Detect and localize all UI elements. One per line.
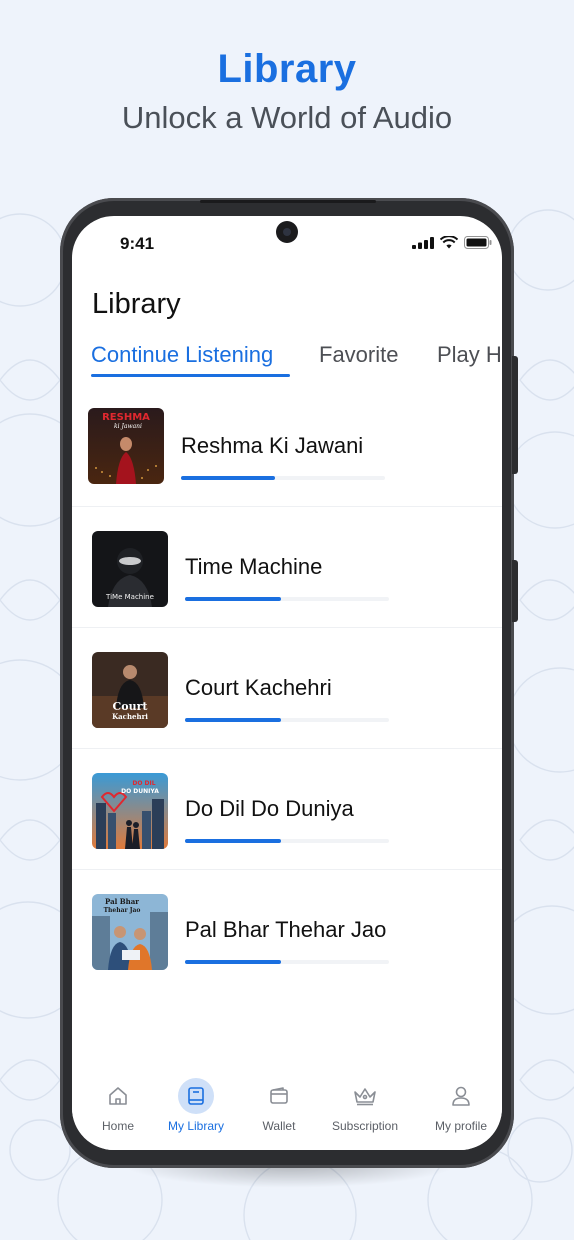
list-item-time-machine[interactable]: TiMe Machine Time Machine bbox=[72, 507, 502, 628]
home-icon bbox=[100, 1078, 136, 1114]
status-bar: 9:41 bbox=[72, 216, 502, 272]
progress-fill bbox=[185, 960, 281, 964]
phone-volume-button bbox=[512, 356, 518, 474]
crown-icon bbox=[347, 1078, 383, 1114]
cover-art-time-machine-title: TiMe Machine bbox=[105, 593, 154, 601]
cover-art-reshma-ki-jawani-title: RESHMA bbox=[102, 412, 150, 423]
nav-label: Subscription bbox=[331, 1119, 399, 1133]
nav-label: My profile bbox=[434, 1119, 487, 1133]
progress-bar bbox=[185, 718, 389, 722]
library-icon bbox=[178, 1078, 214, 1114]
cover-art-do-dil-do-duniya-subtitle: DO DUNIYA bbox=[121, 788, 159, 795]
phone-power-button bbox=[512, 560, 518, 622]
tab-continue-listening[interactable]: Continue Listening bbox=[91, 342, 273, 368]
nav-my-library[interactable]: My Library bbox=[153, 1078, 239, 1133]
cover-art-do-dil-do-duniya: DO DIL DO DUNIYA bbox=[92, 773, 168, 849]
progress-fill bbox=[185, 718, 281, 722]
progress-fill bbox=[185, 597, 281, 601]
cover-art-court-kachehri: Court Kachehri bbox=[92, 652, 168, 728]
cover-art-pal-bhar-thehar-jao-subtitle: Thehar Jao bbox=[104, 907, 141, 914]
item-title: Court Kachehri bbox=[185, 675, 332, 700]
hero: Library Unlock a World of Audio bbox=[0, 44, 574, 138]
cover-art-pal-bhar-thehar-jao-title: Pal Bhar bbox=[105, 897, 139, 906]
continue-listening-list: RESHMA ki Jawani Reshma Ki Jawani TiMe M… bbox=[72, 386, 502, 990]
cover-art-reshma-ki-jawani-subtitle: ki Jawani bbox=[114, 423, 142, 430]
wallet-icon bbox=[261, 1078, 297, 1114]
progress-bar bbox=[185, 597, 389, 601]
status-icons bbox=[412, 236, 492, 249]
progress-fill bbox=[185, 839, 281, 843]
progress-fill bbox=[181, 476, 275, 480]
nav-subscription[interactable]: Subscription bbox=[322, 1078, 408, 1133]
cover-art-court-kachehri-subtitle: Kachehri bbox=[112, 712, 148, 721]
nav-label: Wallet bbox=[262, 1119, 296, 1133]
tab-favorite[interactable]: Favorite bbox=[319, 342, 398, 368]
item-title: Time Machine bbox=[185, 554, 323, 579]
phone-screen: 9:41 Library Continue Listening Favorite… bbox=[72, 216, 502, 1150]
hero-title: Library bbox=[217, 47, 357, 91]
cover-art-time-machine: TiMe Machine bbox=[92, 531, 168, 607]
item-title: Pal Bhar Thehar Jao bbox=[185, 917, 387, 942]
wifi-icon bbox=[440, 236, 458, 249]
progress-bar bbox=[185, 839, 389, 843]
cover-art-reshma-ki-jawani: RESHMA ki Jawani bbox=[88, 408, 164, 484]
nav-wallet[interactable]: Wallet bbox=[236, 1078, 322, 1133]
battery-icon bbox=[464, 236, 492, 249]
nav-home[interactable]: Home bbox=[75, 1078, 161, 1133]
cover-art-do-dil-do-duniya-title: DO DIL bbox=[132, 780, 155, 787]
front-camera bbox=[276, 221, 298, 243]
nav-label: Home bbox=[101, 1119, 134, 1133]
item-title: Do Dil Do Duniya bbox=[185, 796, 354, 821]
page-title: Library bbox=[92, 288, 181, 320]
progress-bar bbox=[185, 960, 389, 964]
cover-art-pal-bhar-thehar-jao: Pal Bhar Thehar Jao bbox=[92, 894, 168, 970]
item-title: Reshma Ki Jawani bbox=[181, 433, 364, 458]
hero-subtitle: Unlock a World of Audio bbox=[121, 100, 453, 135]
phone-speaker bbox=[200, 200, 376, 203]
tab-play-history[interactable]: Play History bbox=[437, 342, 502, 368]
nav-my-profile[interactable]: My profile bbox=[418, 1078, 502, 1133]
cellular-signal-icon bbox=[412, 236, 434, 249]
list-item-court-kachehri[interactable]: Court Kachehri Court Kachehri bbox=[72, 628, 502, 749]
bottom-navigation: Home My Library Wallet Subscription My p… bbox=[72, 1072, 502, 1150]
progress-bar bbox=[181, 476, 385, 480]
nav-label: My Library bbox=[167, 1119, 224, 1133]
list-item-reshma-ki-jawani[interactable]: RESHMA ki Jawani Reshma Ki Jawani bbox=[72, 386, 502, 507]
active-tab-indicator bbox=[91, 374, 290, 377]
list-item-do-dil-do-duniya[interactable]: DO DIL DO DUNIYA Do Dil Do Duniya bbox=[72, 749, 502, 870]
profile-icon bbox=[443, 1078, 479, 1114]
status-time: 9:41 bbox=[120, 234, 155, 253]
list-item-pal-bhar-thehar-jao[interactable]: Pal Bhar Thehar Jao Pal Bhar Thehar Jao bbox=[72, 870, 502, 990]
